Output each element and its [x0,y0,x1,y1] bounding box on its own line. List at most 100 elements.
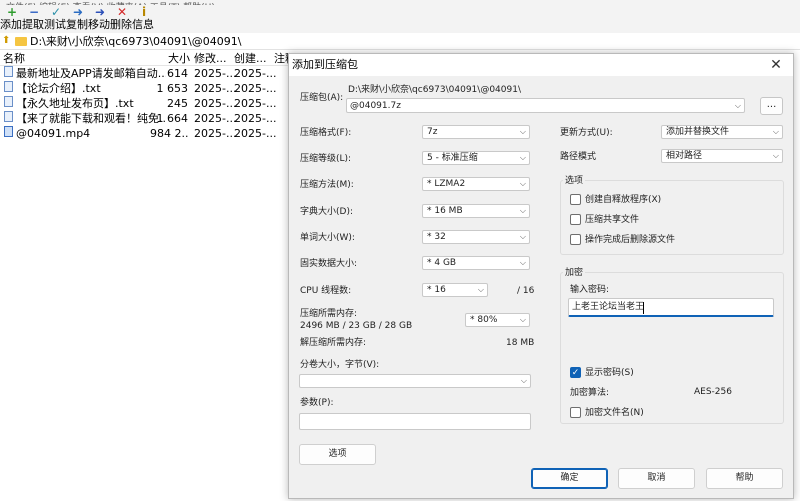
archive-path-box: D:\来财\小欣奈\qc6973\04091\@04091\ @04091.7z… [346,83,745,113]
file-modified: 2025-... [194,112,237,125]
extract-label: 提取 [22,18,44,31]
path-mode-select[interactable]: 相对路径 ⌵ [661,149,783,163]
word-size-select[interactable]: * 32 ⌵ [422,230,530,244]
compress-memory-label: 压缩所需内存: [300,309,358,319]
options-button[interactable]: 选项 [299,444,376,465]
ok-button[interactable]: 确定 [531,468,608,489]
column-size[interactable]: 大小 [168,51,190,66]
chevron-down-icon: ⌵ [520,376,527,385]
cpu-threads-select[interactable]: * 16 ⌵ [422,283,488,297]
copy-button[interactable]: ➜ 复制 [66,5,90,33]
file-name: 【来了就能下载和观看！纯免... [16,112,166,125]
archive-label: 压缩包(A): [300,93,344,103]
solid-size-select[interactable]: * 4 GB ⌵ [422,256,530,270]
solid-size-label: 固实数据大小: [300,259,358,269]
file-created: 2025-... [234,82,277,95]
delete-icon: ✕ [116,5,128,19]
encryption-method-select[interactable]: AES-256 [689,385,783,399]
test-button[interactable]: ✓ 测试 [44,5,68,33]
parameters-input[interactable] [299,413,531,430]
chevron-down-icon: ⌵ [519,258,526,267]
create-sfx-label: 创建自释放程序(X) [585,195,662,205]
move-button[interactable]: ➜ 移动 [88,5,112,33]
table-row[interactable]: 【来了就能下载和观看！纯免... 1 664 2025-... 2025-... [0,111,290,126]
text-file-icon [4,66,13,77]
compress-memory-value: 2496 MB / 23 GB / 28 GB [300,321,413,331]
chevron-down-icon: ⌵ [519,127,526,136]
add-to-archive-dialog: 添加到压缩包 ✕ 压缩包(A): D:\来财\小欣奈\qc6973\04091\… [288,53,794,499]
file-modified: 2025-... [194,82,237,95]
add-button[interactable]: + 添加 [0,5,24,33]
extract-button[interactable]: − 提取 [22,5,46,33]
chevron-down-icon: ⌵ [734,101,741,110]
file-size: 1 664 [156,112,189,125]
chevron-down-icon: ⌵ [772,151,779,160]
table-row[interactable]: 【论坛介绍】.txt 1 653 2025-... 2025-... [0,81,290,96]
parameters-label: 参数(P): [300,398,334,408]
delete-label: 删除 [110,18,132,31]
info-button[interactable]: i 信息 [132,5,156,33]
checkbox-box [570,214,581,225]
cpu-threads-label: CPU 线程数: [300,286,352,296]
move-icon: ➜ [94,5,106,19]
update-mode-value: 添加并替换文件 [666,127,730,137]
encrypt-names-label: 加密文件名(N) [585,408,644,418]
file-name: @04091.mp4 [16,127,91,140]
method-value: * LZMA2 [427,179,466,189]
level-label: 压缩等级(L): [300,154,352,164]
text-file-icon [4,81,13,92]
toolbar: + 添加 − 提取 ✓ 测试 ➜ 复制 ➜ 移动 ✕ 删除 i 信息 [0,5,800,33]
chevron-down-icon: ⌵ [772,127,779,136]
file-created: 2025-... [234,112,277,125]
address-path[interactable]: D:\来财\小欣奈\qc6973\04091\@04091\ [30,33,241,50]
check-icon: ✓ [570,367,581,378]
column-modified[interactable]: 修改... [194,51,227,66]
level-select[interactable]: 5 - 标准压缩 ⌵ [422,151,530,165]
dictionary-size-select[interactable]: * 16 MB ⌵ [422,204,530,218]
extract-icon: − [28,5,40,19]
file-size: 1 653 [156,82,189,95]
options-group-title: 选项 [563,175,586,187]
memory-percent-value: * 80% [470,315,498,325]
dictionary-size-value: * 16 MB [427,206,463,216]
word-size-label: 单词大小(W): [300,233,355,243]
password-value: 上老王论坛当老王 [572,302,645,312]
format-select[interactable]: 7z ⌵ [422,125,530,139]
archive-name-combo[interactable]: @04091.7z ⌵ [346,98,745,113]
test-icon: ✓ [50,5,62,19]
close-icon[interactable]: ✕ [765,54,787,76]
dialog-titlebar: 添加到压缩包 ✕ [289,54,793,76]
column-name[interactable]: 名称 [3,51,25,66]
file-size: 614 [167,67,188,80]
volume-size-select[interactable]: ⌵ [299,374,531,388]
help-button[interactable]: 帮助 [706,468,783,489]
table-row[interactable]: 最新地址及APP请发邮箱自动... 614 2025-... 2025-... [0,66,290,81]
table-row[interactable]: 【永久地址发布页】.txt 245 2025-... 2025-... [0,96,290,111]
column-created[interactable]: 创建... [234,51,267,66]
decompress-memory-value: 18 MB [506,338,535,348]
memory-percent-select[interactable]: * 80% ⌵ [465,313,530,327]
chevron-down-icon: ⌵ [519,153,526,162]
browse-button[interactable]: ... [760,97,783,115]
encryption-method-label: 加密算法: [570,388,610,398]
file-modified: 2025-... [194,67,237,80]
copy-icon: ➜ [72,5,84,19]
cpu-threads-value: * 16 [427,285,446,295]
file-name: 最新地址及APP请发邮箱自动... [16,67,166,80]
update-mode-select[interactable]: 添加并替换文件 ⌵ [661,125,783,139]
method-select[interactable]: * LZMA2 ⌵ [422,177,530,191]
solid-size-value: * 4 GB [427,258,457,268]
delete-button[interactable]: ✕ 删除 [110,5,134,33]
volume-size-label: 分卷大小，字节(V): [300,360,380,370]
add-label: 添加 [0,18,22,31]
file-size: 984 2... [150,127,188,140]
cancel-button[interactable]: 取消 [618,468,695,489]
file-created: 2025-... [234,67,277,80]
delete-after-label: 操作完成后删除源文件 [585,235,676,245]
method-label: 压缩方法(M): [300,180,354,190]
table-row[interactable]: @04091.mp4 984 2... 2025-... 2025-... [0,126,290,141]
password-input[interactable]: 上老王论坛当老王 [568,298,774,317]
folder-icon [15,37,27,46]
up-folder-icon[interactable]: ⬆ [2,35,12,47]
path-mode-value: 相对路径 [666,151,703,161]
